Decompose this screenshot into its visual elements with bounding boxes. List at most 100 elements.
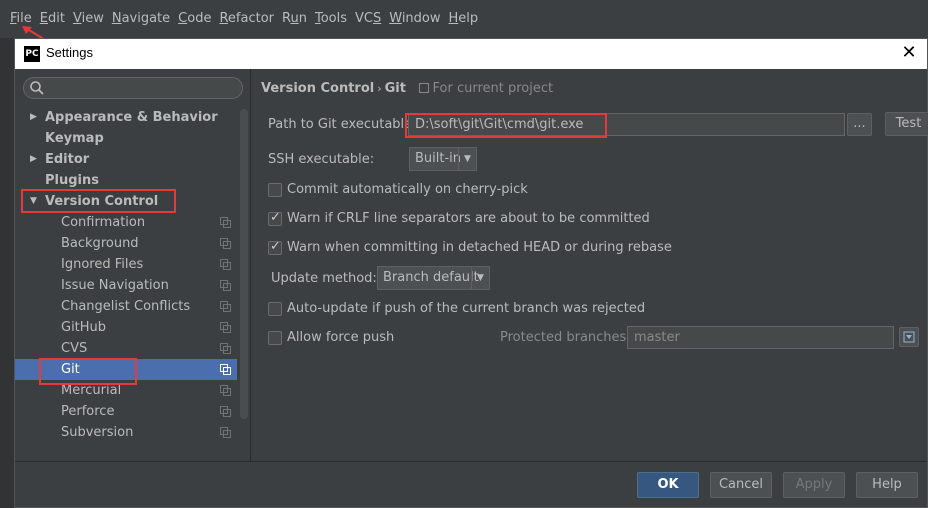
force-push-checkbox[interactable] (268, 331, 282, 345)
project-settings-icon (220, 406, 231, 417)
expand-right-icon[interactable]: ▶ (30, 107, 37, 128)
detached-head-checkbox[interactable]: ✓ (268, 239, 282, 255)
menu-item[interactable]: Code (174, 9, 215, 28)
tree-item-plugins[interactable]: Plugins (15, 170, 237, 191)
protected-branches-input[interactable]: master (627, 326, 894, 349)
tree-item-keymap[interactable]: Keymap (15, 128, 237, 149)
crlf-warning-checkbox[interactable]: ✓ (268, 210, 282, 226)
tree-item-label: Version Control (45, 194, 159, 209)
settings-tree-pane: ▶ Appearance & Behavior Keymap ▶ Editor … (15, 69, 250, 461)
menu-item-mnemonic: V (72, 11, 82, 26)
search-icon (30, 81, 44, 95)
tree-item-issue-navigation[interactable]: Issue Navigation (15, 275, 237, 296)
browse-button[interactable]: ... (847, 113, 872, 136)
project-settings-icon (220, 427, 231, 438)
project-settings-icon (220, 301, 231, 312)
tree-item-confirmation[interactable]: Confirmation (15, 212, 237, 233)
menu-item-suffix: avigate (121, 11, 171, 26)
cherry-pick-checkbox[interactable] (268, 183, 282, 197)
menu-item-prefix: VC (354, 11, 373, 26)
cancel-button[interactable]: Cancel (710, 472, 772, 498)
breadcrumb-section: Version Control (261, 81, 375, 96)
tree-item-label: Changelist Conflicts (61, 299, 191, 314)
tree-item-subversion[interactable]: Subversion (15, 422, 237, 443)
tree-item-mercurial[interactable]: Mercurial (15, 380, 237, 401)
menu-item-suffix: elp (458, 11, 479, 26)
settings-search-input[interactable] (23, 77, 243, 99)
project-settings-icon (220, 322, 231, 333)
help-button[interactable]: Help (856, 472, 918, 498)
menu-item-mnemonic: C (178, 11, 188, 26)
menu-items: File Edit View Navigate Code Refactor Run Tools… (6, 9, 482, 28)
ide-tool-strip (0, 38, 14, 508)
project-scope-icon (418, 83, 429, 93)
menu-item-suffix: ools (320, 11, 347, 26)
protected-branches-label: Protected branches: (500, 330, 631, 345)
menu-item-mnemonic: H (448, 11, 459, 26)
tree-item-appearance[interactable]: ▶ Appearance & Behavior (15, 107, 237, 128)
git-path-input[interactable]: D:\soft\git\Git\cmd\git.exe (408, 113, 845, 136)
menu-item-suffix: iew (81, 11, 104, 26)
tree-item-cvs[interactable]: CVS (15, 338, 237, 359)
menu-item-mnemonic: S (372, 11, 382, 26)
tree-item-editor[interactable]: ▶ Editor (15, 149, 237, 170)
test-button[interactable]: Test (885, 112, 928, 136)
project-scope-text: For current project (432, 81, 554, 96)
expand-field-icon[interactable] (899, 327, 919, 347)
tree-item-label: Background (61, 236, 139, 251)
project-settings-icon (220, 343, 231, 354)
tree-item-github[interactable]: GitHub (15, 317, 237, 338)
auto-update-checkbox[interactable] (268, 302, 282, 316)
menu-item-mnemonic: R (219, 11, 228, 26)
tree-item-label: Plugins (45, 173, 99, 188)
ssh-label: SSH executable: (268, 152, 375, 167)
force-push-label: Allow force push (287, 330, 395, 345)
dialog-footer: OK Cancel Apply Help (15, 461, 927, 507)
tree-item-label: Git (61, 362, 80, 377)
project-scope-label: For current project (418, 81, 554, 96)
tree-scrollbar[interactable] (240, 109, 248, 419)
dialog-titlebar: PC Settings ✕ (15, 39, 927, 69)
close-icon[interactable]: ✕ (899, 42, 919, 63)
menu-item[interactable]: VCS (351, 9, 385, 28)
tree-item-label: Mercurial (61, 383, 122, 398)
tree-item-changelist-conflicts[interactable]: Changelist Conflicts (15, 296, 237, 317)
tree-item-label: Ignored Files (61, 257, 144, 272)
project-settings-icon (220, 217, 231, 228)
tree-item-perforce[interactable]: Perforce (15, 401, 237, 422)
tree-item-version-control[interactable]: ▼ Version Control (15, 191, 237, 212)
menu-item-mnemonic: N (111, 11, 122, 26)
tree-item-label: Confirmation (61, 215, 146, 230)
update-method-select[interactable]: Branch default ▼ (377, 266, 490, 290)
menu-item[interactable]: Refactor (215, 9, 278, 28)
ssh-executable-select[interactable]: Built-in ▼ (409, 147, 477, 171)
settings-dialog: PC Settings ✕ ▶ Appearance & Behavior Ke… (14, 38, 928, 508)
expand-right-icon[interactable]: ▶ (30, 149, 37, 170)
expand-field-glyph-icon (903, 331, 915, 343)
project-settings-icon (220, 385, 231, 396)
tree-item-label: GitHub (61, 320, 107, 335)
apply-button[interactable]: Apply (783, 472, 845, 498)
menu-item-mnemonic: W (389, 11, 402, 26)
menu-item[interactable]: View (69, 9, 108, 28)
expand-down-icon[interactable]: ▼ (30, 191, 37, 212)
ok-button[interactable]: OK (637, 472, 699, 498)
tree-item-git[interactable]: Git (15, 359, 237, 380)
git-path-label: Path to Git executable: (268, 117, 417, 132)
tree-item-label: CVS (61, 341, 88, 356)
menu-item-mnemonic: u (290, 11, 299, 26)
menu-item[interactable]: Run (278, 9, 311, 28)
menu-item[interactable]: Window (385, 9, 444, 28)
breadcrumb-page: Git (384, 81, 406, 96)
detached-head-label: Warn when committing in detached HEAD or… (287, 240, 672, 255)
tree-item-background[interactable]: Background (15, 233, 237, 254)
crlf-warning-label: Warn if CRLF line separators are about t… (287, 211, 650, 226)
tree-item-label: Subversion (61, 425, 134, 440)
menu-item[interactable]: Help (445, 9, 483, 28)
project-settings-icon (220, 364, 231, 375)
settings-tree: ▶ Appearance & Behavior Keymap ▶ Editor … (15, 107, 237, 443)
menu-item[interactable]: Tools (311, 9, 351, 28)
tree-item-ignored-files[interactable]: Ignored Files (15, 254, 237, 275)
tree-item-label: Perforce (61, 404, 115, 419)
menu-item[interactable]: Navigate (108, 9, 174, 28)
